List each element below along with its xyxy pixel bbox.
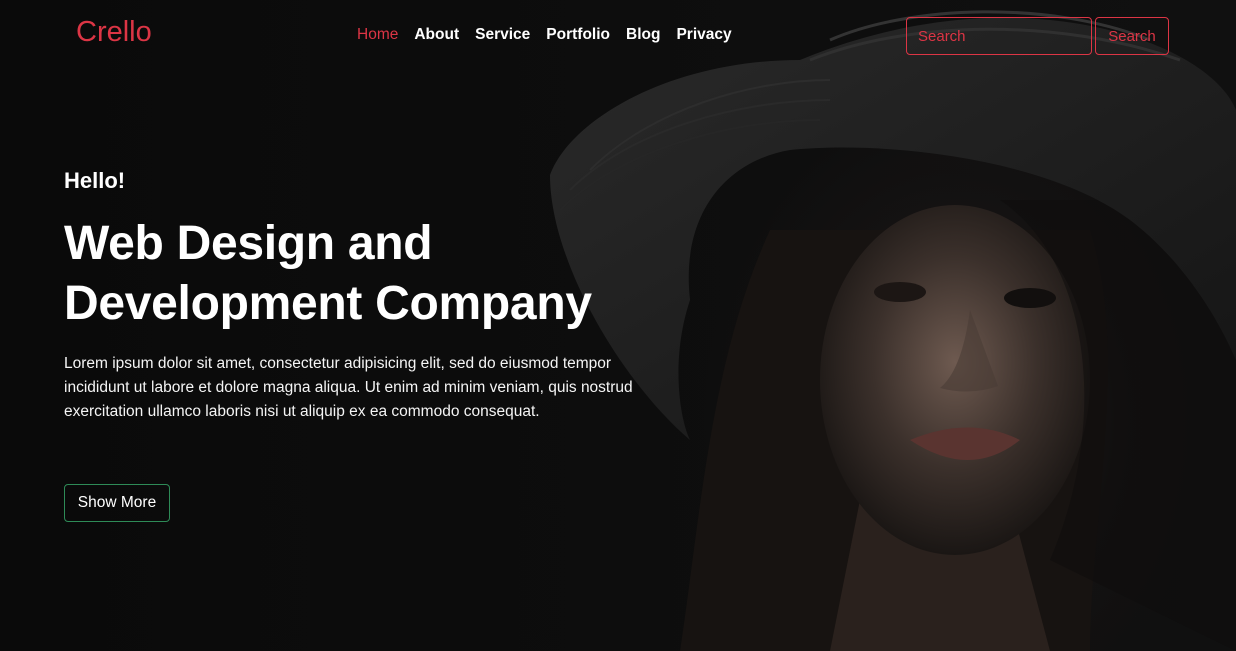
brand-logo[interactable]: Crello [76,16,152,49]
search-input[interactable] [906,17,1092,55]
nav-item-home: Home [349,26,406,44]
nav-item-about: About [406,26,467,44]
navbar: Crello Home About Service Portfolio Blog… [0,0,1236,72]
hero-description: Lorem ipsum dolor sit amet, consectetur … [64,355,633,420]
nav-link-blog[interactable]: Blog [618,26,668,44]
nav-link-service[interactable]: Service [467,26,538,44]
hero-greeting: Hello! [64,168,126,193]
nav-item-privacy: Privacy [668,26,739,44]
hero-headline-line1: Web Design and [64,217,433,270]
nav-item-service: Service [467,26,538,44]
search-button[interactable]: Search [1095,17,1169,55]
nav-link-about[interactable]: About [406,26,467,44]
nav-menu: Home About Service Portfolio Blog Privac… [349,26,740,44]
nav-item-portfolio: Portfolio [538,26,618,44]
search-form: Search [906,17,1169,55]
hero-headline-line2: Development Company [64,277,592,330]
nav-link-home[interactable]: Home [349,26,406,44]
hero-content: Hello! Web Design and Development Compan… [64,168,644,424]
nav-link-privacy[interactable]: Privacy [668,26,739,44]
nav-item-blog: Blog [618,26,668,44]
hero-headline: Web Design and Development Company [64,214,644,334]
show-more-button[interactable]: Show More [64,484,170,522]
nav-link-portfolio[interactable]: Portfolio [538,26,618,44]
